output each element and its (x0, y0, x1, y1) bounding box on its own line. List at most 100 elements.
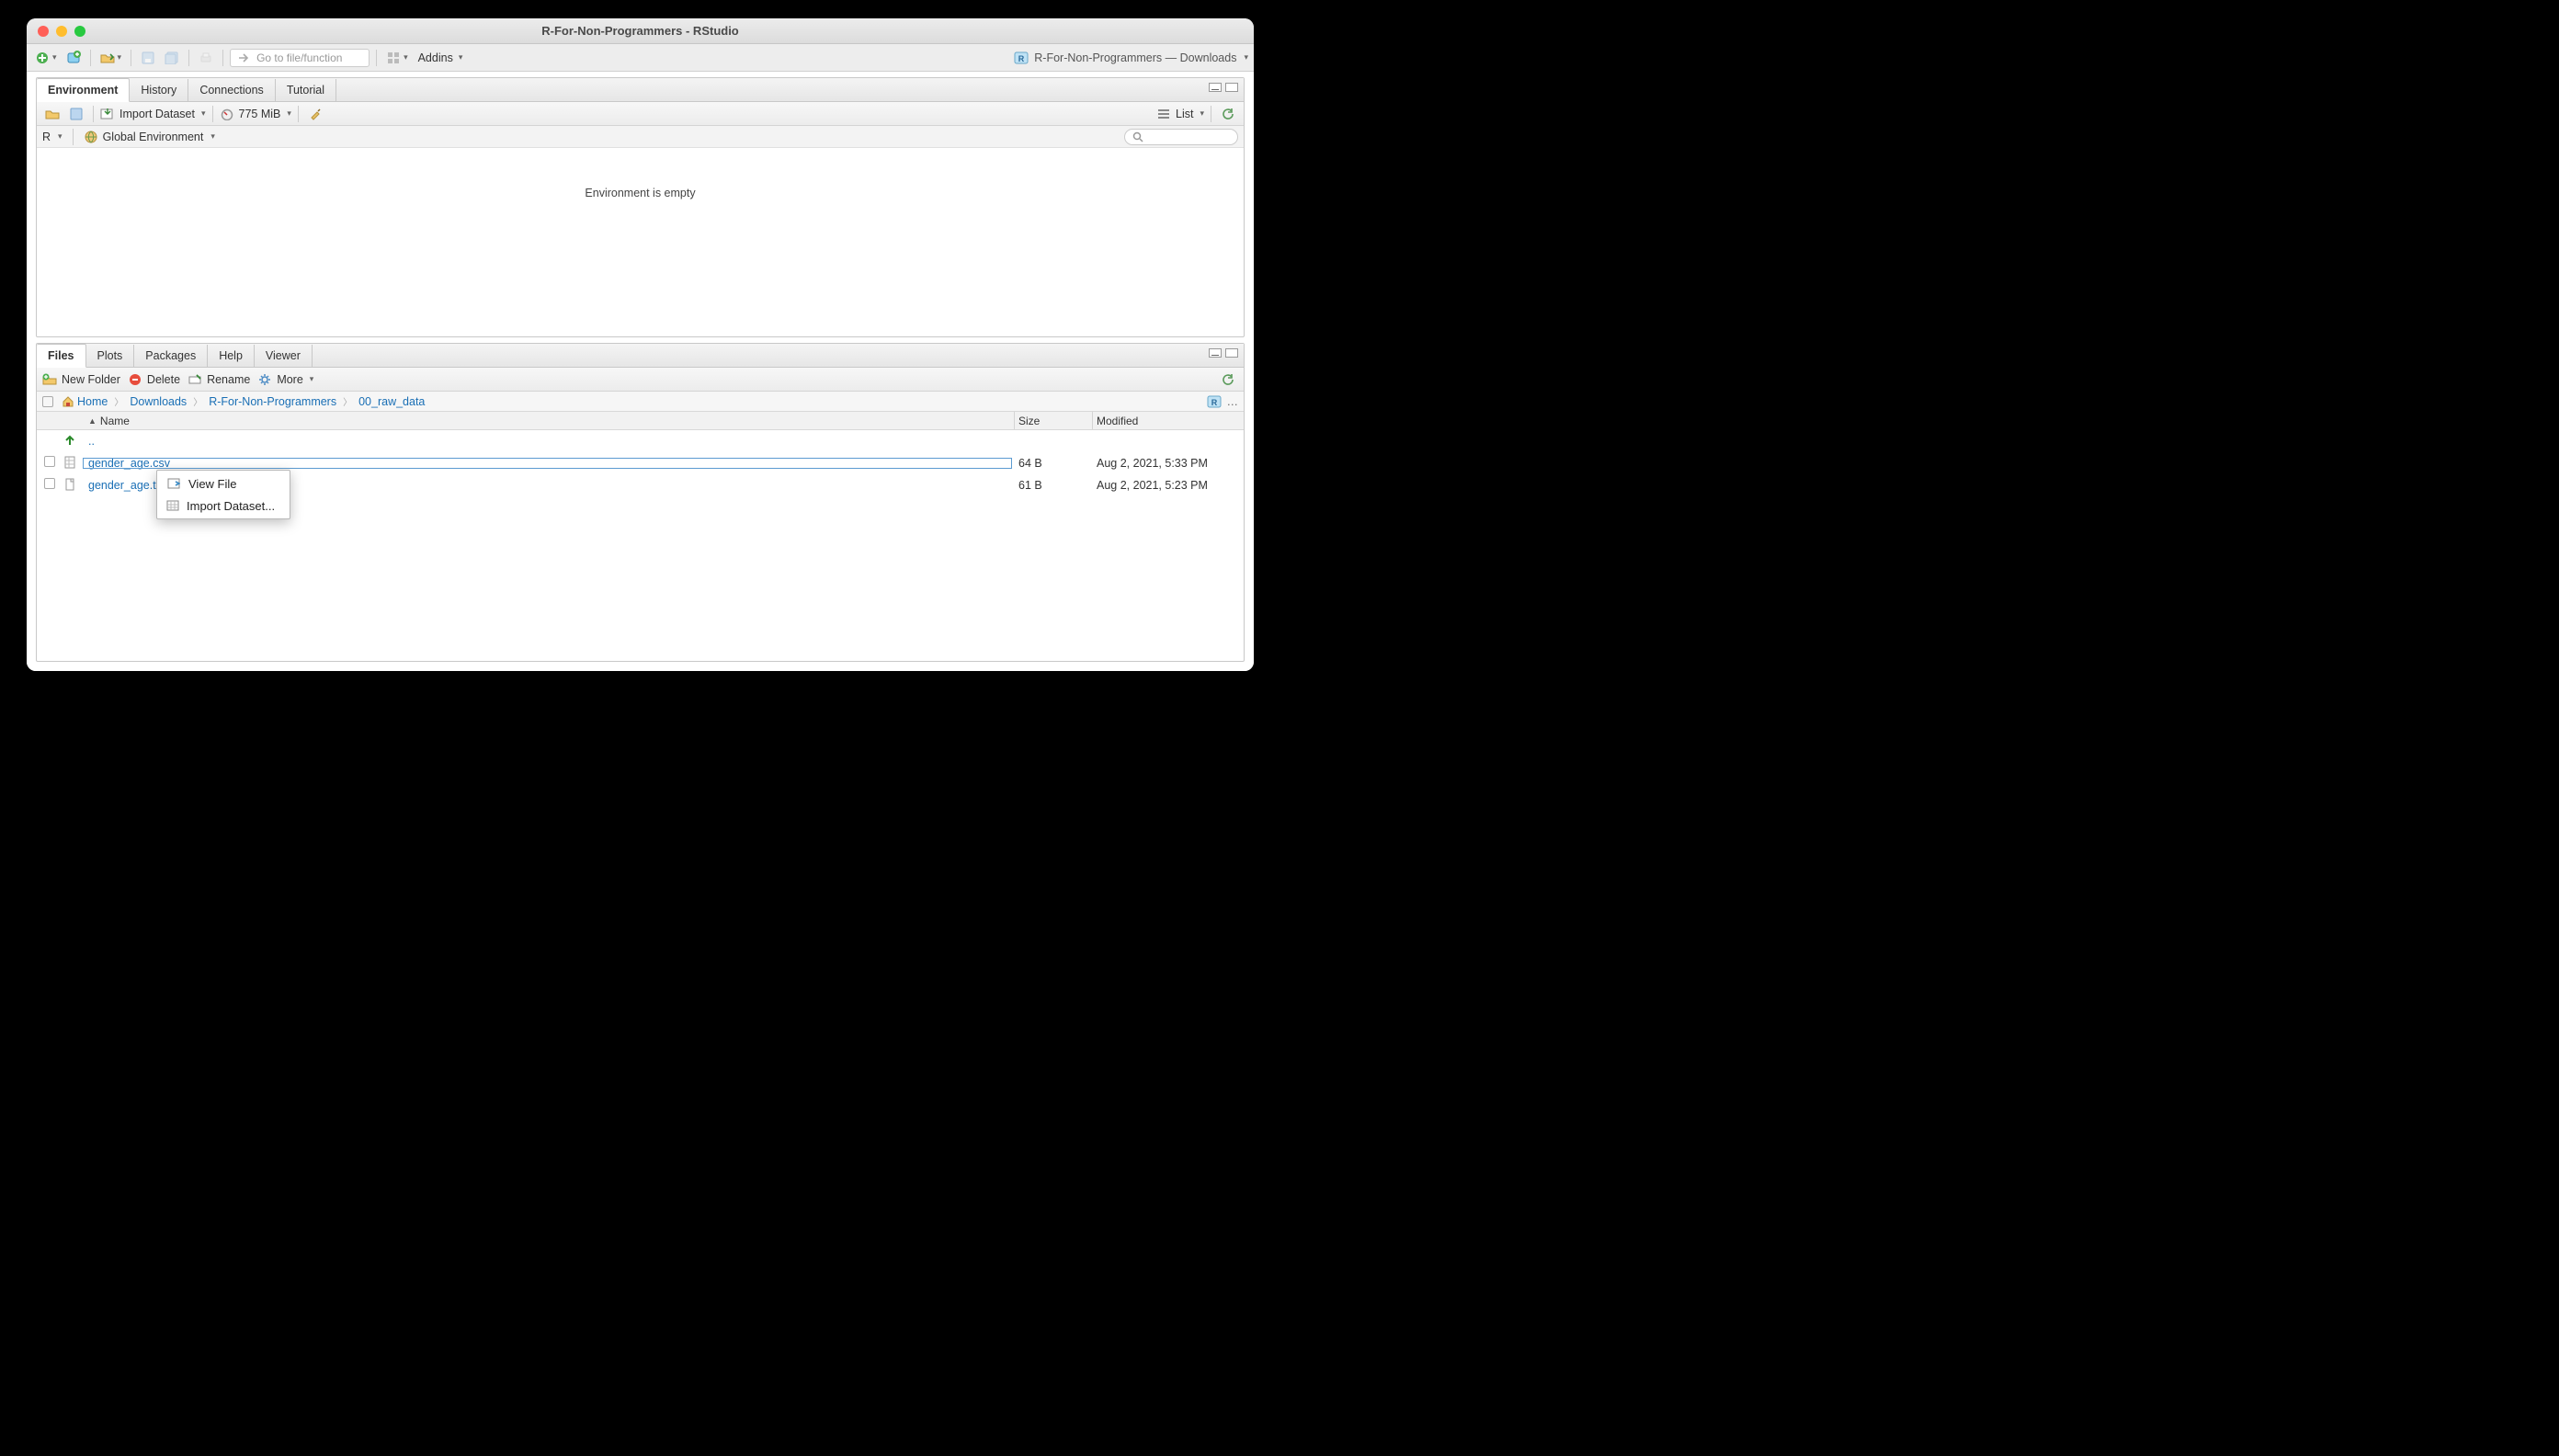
view-file-icon (166, 476, 181, 491)
globe-icon (84, 130, 98, 144)
floppy-icon (141, 51, 155, 65)
new-project-button[interactable] (63, 48, 84, 68)
titlebar: R-For-Non-Programmers - RStudio (27, 18, 1254, 44)
svg-text:R: R (1211, 398, 1217, 407)
tab-packages[interactable]: Packages (134, 345, 208, 367)
grid-icon (386, 51, 401, 65)
scope-picker[interactable]: Global Environment ▾ (84, 130, 215, 144)
plus-icon (35, 51, 50, 65)
tab-tutorial[interactable]: Tutorial (276, 79, 336, 101)
folder-plus-icon (42, 372, 57, 387)
svg-text:R: R (1018, 54, 1025, 63)
app-window: R-For-Non-Programmers - RStudio (27, 18, 1254, 671)
print-button[interactable] (196, 48, 216, 68)
env-empty-text: Environment is empty (585, 187, 695, 199)
row-checkbox[interactable] (44, 478, 55, 489)
home-icon (61, 394, 75, 409)
refresh-env-button[interactable] (1218, 104, 1238, 124)
more-menu[interactable]: More ▾ (257, 372, 313, 387)
import-dataset-menu[interactable]: Import Dataset ▾ (100, 107, 206, 121)
workspace: Environment History Connections Tutorial (27, 72, 1254, 671)
save-workspace-button[interactable] (66, 104, 86, 124)
floppy-stack-icon (165, 51, 179, 65)
project-menu[interactable]: R R-For-Non-Programmers — Downloads (1014, 51, 1248, 65)
tab-files[interactable]: Files (37, 344, 86, 368)
ctx-view-file[interactable]: View File (157, 472, 290, 495)
new-file-button[interactable] (32, 48, 60, 68)
load-workspace-button[interactable] (42, 104, 63, 124)
window-title: R-For-Non-Programmers - RStudio (27, 24, 1254, 38)
col-size-header[interactable]: Size (1015, 415, 1092, 427)
new-folder-button[interactable]: New Folder (42, 372, 120, 387)
env-search-input[interactable] (1124, 129, 1238, 145)
tab-environment[interactable]: Environment (37, 78, 130, 102)
pane-maximize-button[interactable] (1225, 83, 1238, 92)
addins-menu[interactable]: Addins (418, 51, 463, 64)
clear-workspace-button[interactable] (305, 104, 325, 124)
environment-pane: Environment History Connections Tutorial (36, 77, 1245, 337)
folder-open-icon (45, 107, 60, 121)
memory-usage[interactable]: 775 MiB ▾ (220, 107, 291, 121)
close-window-button[interactable] (38, 26, 49, 37)
gear-icon (257, 372, 272, 387)
rename-button[interactable]: Rename (188, 372, 250, 387)
env-scope-bar: R ▾ Global Environment ▾ (37, 126, 1244, 148)
more-paths-button[interactable]: … (1227, 395, 1239, 408)
delete-icon (128, 372, 142, 387)
up-arrow-icon (63, 433, 77, 448)
env-body: Environment is empty (37, 148, 1244, 336)
env-view-mode[interactable]: List ▾ (1156, 107, 1204, 121)
ctx-import-dataset[interactable]: Import Dataset... (157, 495, 290, 517)
list-icon (1156, 107, 1171, 121)
col-name-header[interactable]: ▲ Name (85, 415, 1014, 427)
pane-maximize-button[interactable] (1225, 348, 1238, 358)
goto-arrow-icon (236, 51, 251, 65)
tab-viewer[interactable]: Viewer (255, 345, 313, 367)
sort-asc-icon: ▲ (88, 416, 97, 426)
goto-file-input[interactable]: Go to file/function (230, 49, 370, 67)
delete-button[interactable]: Delete (128, 372, 180, 387)
r-project-icon: R (1014, 51, 1029, 65)
search-icon (1131, 130, 1145, 144)
refresh-files-button[interactable] (1218, 370, 1238, 390)
save-button[interactable] (138, 48, 158, 68)
breadcrumb-project[interactable]: R-For-Non-Programmers (209, 395, 336, 408)
refresh-icon (1221, 372, 1235, 387)
breadcrumb-home[interactable]: Home (77, 395, 108, 408)
chevron-right-icon: 〉 (114, 394, 123, 408)
tab-help[interactable]: Help (208, 345, 255, 367)
files-breadcrumb: Home 〉 Downloads 〉 R-For-Non-Programmers… (37, 392, 1244, 412)
goto-placeholder: Go to file/function (256, 51, 342, 64)
text-file-icon (63, 477, 77, 492)
gauge-icon (220, 107, 234, 121)
import-icon (166, 498, 179, 513)
env-tabs: Environment History Connections Tutorial (37, 78, 1244, 102)
open-file-button[interactable] (97, 48, 125, 68)
breadcrumb-rawdata[interactable]: 00_raw_data (358, 395, 425, 408)
floppy-icon (69, 107, 84, 121)
project-plus-icon (66, 51, 81, 65)
tab-plots[interactable]: Plots (86, 345, 135, 367)
import-icon (100, 107, 115, 121)
broom-icon (308, 107, 323, 121)
pane-minimize-button[interactable] (1209, 348, 1222, 358)
csv-file-icon (63, 455, 77, 470)
files-toolbar: New Folder Delete Rename More ▾ (37, 368, 1244, 392)
select-all-checkbox[interactable] (42, 396, 53, 407)
files-pane: Files Plots Packages Help Viewer New Fol… (36, 343, 1245, 662)
zoom-window-button[interactable] (74, 26, 85, 37)
files-tabs: Files Plots Packages Help Viewer (37, 344, 1244, 368)
tab-connections[interactable]: Connections (188, 79, 276, 101)
r-project-icon[interactable]: R (1207, 394, 1222, 409)
grid-view-button[interactable] (383, 48, 411, 68)
language-picker[interactable]: R ▾ (42, 131, 63, 143)
col-modified-header[interactable]: Modified (1093, 415, 1244, 427)
pane-minimize-button[interactable] (1209, 83, 1222, 92)
minimize-window-button[interactable] (56, 26, 67, 37)
tab-history[interactable]: History (130, 79, 188, 101)
save-all-button[interactable] (162, 48, 182, 68)
parent-dir-row[interactable]: .. (37, 430, 1244, 452)
breadcrumb-downloads[interactable]: Downloads (130, 395, 187, 408)
row-checkbox[interactable] (44, 456, 55, 467)
refresh-icon (1221, 107, 1235, 121)
